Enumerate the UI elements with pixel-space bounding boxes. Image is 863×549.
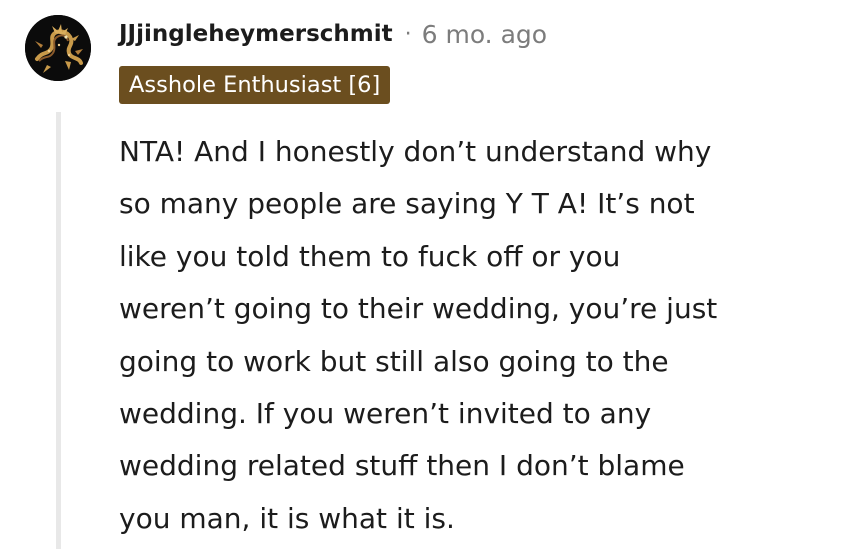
comment-body-line: NTA! And I honestly don’t understand why — [119, 135, 712, 168]
thread-collapse-line[interactable] — [56, 112, 61, 549]
comment-body-line: you man, it is what it is. — [119, 501, 455, 535]
comment-body-line: weren’t going to their wedding, you’re j… — [119, 292, 718, 326]
author-username[interactable]: JJjingleheymerschmit — [119, 21, 393, 47]
comment: JJjingleheymerschmit · 6 mo. ago Asshole… — [0, 0, 863, 549]
comment-body-line: like you told them to fuck off or you — [119, 239, 621, 273]
comment-body: NTA! And I honestly don’t understand why… — [119, 126, 839, 545]
comment-body-line: wedding. If you weren’t invited to any — [119, 397, 652, 431]
comment-timestamp[interactable]: 6 mo. ago — [422, 20, 547, 49]
comment-body-line: so many people are saying Y T A! It’s no… — [119, 187, 695, 221]
user-flair-badge: Asshole Enthusiast [6] — [119, 66, 391, 104]
comment-body-line: going to work but still also going to th… — [119, 344, 669, 378]
comment-body-line: wedding related stuff then I don’t blame — [119, 449, 685, 483]
comment-header: JJjingleheymerschmit · 6 mo. ago — [119, 16, 547, 52]
meta-separator: · — [404, 21, 412, 47]
user-avatar[interactable] — [25, 15, 91, 81]
dragon-avatar-icon — [25, 15, 91, 81]
